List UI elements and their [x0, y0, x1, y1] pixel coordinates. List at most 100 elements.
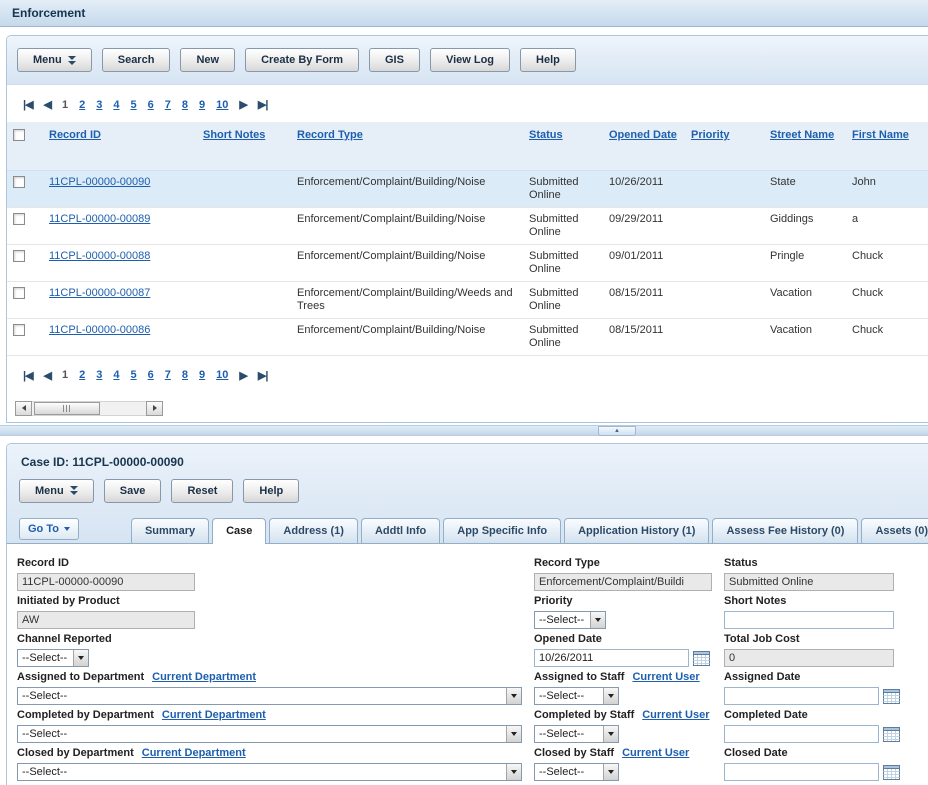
completed-by-staff-select[interactable]: --Select--	[534, 725, 619, 743]
calendar-icon[interactable]	[693, 650, 710, 666]
scroll-right-button[interactable]	[146, 401, 163, 416]
current-user-link[interactable]: Current User	[642, 709, 709, 721]
calendar-icon[interactable]	[883, 764, 900, 780]
col-header-status[interactable]: Status	[529, 129, 563, 141]
page-number-link[interactable]: 8	[182, 369, 188, 381]
col-header-opened-date[interactable]: Opened Date	[609, 129, 677, 141]
row-checkbox[interactable]	[13, 213, 25, 225]
completed-date-input[interactable]	[724, 725, 879, 743]
scroll-thumb[interactable]	[34, 402, 100, 415]
completed-by-department-select[interactable]: --Select--	[17, 725, 522, 743]
help-button[interactable]: Help	[243, 479, 299, 503]
current-department-link[interactable]: Current Department	[152, 671, 256, 683]
tab-assess-fee-history[interactable]: Assess Fee History (0)	[712, 518, 858, 543]
priority-select[interactable]: --Select--	[534, 611, 606, 629]
page-number-link[interactable]: 9	[199, 99, 205, 111]
col-header-first-name[interactable]: First Name	[852, 129, 909, 141]
calendar-icon[interactable]	[883, 688, 900, 704]
current-user-link[interactable]: Current User	[632, 671, 699, 683]
assigned-to-staff-select[interactable]: --Select--	[534, 687, 619, 705]
prev-page-icon[interactable]: ◀	[44, 369, 51, 382]
last-page-icon[interactable]: ▶|	[258, 98, 268, 111]
record-id-link[interactable]: 11CPL-00000-00088	[49, 250, 150, 262]
page-number-link[interactable]: 3	[96, 369, 102, 381]
channel-reported-select[interactable]: --Select--	[17, 649, 89, 667]
page-number-link[interactable]: 5	[131, 99, 137, 111]
tab-addtl-info[interactable]: Addtl Info	[361, 518, 440, 543]
tab-app-specific-info[interactable]: App Specific Info	[443, 518, 561, 543]
next-page-icon[interactable]: ▶	[239, 369, 246, 382]
search-button[interactable]: Search	[102, 48, 171, 72]
gis-button[interactable]: GIS	[369, 48, 420, 72]
menu-button[interactable]: Menu	[17, 48, 92, 72]
table-row[interactable]: 11CPL-00000-00090 Enforcement/Complaint/…	[7, 170, 928, 207]
tab-assets[interactable]: Assets (0)	[861, 518, 928, 543]
row-checkbox[interactable]	[13, 250, 25, 262]
page-number-link[interactable]: 6	[148, 99, 154, 111]
col-header-record-id[interactable]: Record ID	[49, 129, 101, 141]
menu-button[interactable]: Menu	[19, 479, 94, 503]
page-number-link[interactable]: 10	[216, 99, 228, 111]
record-id-link[interactable]: 11CPL-00000-00090	[49, 176, 150, 188]
tab-summary[interactable]: Summary	[131, 518, 209, 543]
scroll-left-button[interactable]	[15, 401, 32, 416]
tab-address[interactable]: Address (1)	[269, 518, 358, 543]
tab-application-history[interactable]: Application History (1)	[564, 518, 709, 543]
record-id-link[interactable]: 11CPL-00000-00089	[49, 213, 150, 225]
closed-by-department-select[interactable]: --Select--	[17, 763, 522, 781]
opened-date-input[interactable]	[534, 649, 689, 667]
closed-date-input[interactable]	[724, 763, 879, 781]
tab-case[interactable]: Case	[212, 518, 266, 544]
row-checkbox[interactable]	[13, 176, 25, 188]
new-button[interactable]: New	[180, 48, 235, 72]
splitter-bar[interactable]: ▲	[0, 425, 928, 436]
go-to-button[interactable]: Go To	[19, 518, 79, 540]
assigned-to-department-select[interactable]: --Select--	[17, 687, 522, 705]
record-id-link[interactable]: 11CPL-00000-00087	[49, 287, 150, 299]
table-row[interactable]: 11CPL-00000-00086 Enforcement/Complaint/…	[7, 318, 928, 355]
short-notes-input[interactable]	[724, 611, 894, 629]
page-number-link[interactable]: 6	[148, 369, 154, 381]
save-button[interactable]: Save	[104, 479, 162, 503]
prev-page-icon[interactable]: ◀	[44, 98, 51, 111]
calendar-icon[interactable]	[883, 726, 900, 742]
row-checkbox[interactable]	[13, 324, 25, 336]
current-department-link[interactable]: Current Department	[142, 747, 246, 759]
page-number-link[interactable]: 3	[96, 99, 102, 111]
col-header-record-type[interactable]: Record Type	[297, 129, 363, 141]
current-user-link[interactable]: Current User	[622, 747, 689, 759]
table-row[interactable]: 11CPL-00000-00088 Enforcement/Complaint/…	[7, 244, 928, 281]
first-page-icon[interactable]: |◀	[23, 98, 33, 111]
assigned-date-input[interactable]	[724, 687, 879, 705]
select-all-checkbox[interactable]	[13, 129, 25, 141]
closed-by-staff-select[interactable]: --Select--	[534, 763, 619, 781]
page-number-link[interactable]: 2	[79, 369, 85, 381]
page-number-link[interactable]: 7	[165, 369, 171, 381]
col-header-short-notes[interactable]: Short Notes	[203, 129, 265, 141]
col-header-priority[interactable]: Priority	[691, 129, 730, 141]
page-number-link[interactable]: 9	[199, 369, 205, 381]
page-number-link[interactable]: 8	[182, 99, 188, 111]
first-page-icon[interactable]: |◀	[23, 369, 33, 382]
next-page-icon[interactable]: ▶	[239, 98, 246, 111]
page-number-link[interactable]: 4	[113, 369, 119, 381]
page-number-link[interactable]: 2	[79, 99, 85, 111]
page-number-link[interactable]: 4	[113, 99, 119, 111]
last-page-icon[interactable]: ▶|	[258, 369, 268, 382]
col-header-street-name[interactable]: Street Name	[770, 129, 834, 141]
page-number-link[interactable]: 7	[165, 99, 171, 111]
scroll-track[interactable]	[32, 401, 146, 416]
help-button[interactable]: Help	[520, 48, 576, 72]
table-row[interactable]: 11CPL-00000-00087 Enforcement/Complaint/…	[7, 281, 928, 318]
view-log-button[interactable]: View Log	[430, 48, 510, 72]
table-row[interactable]: 11CPL-00000-00089 Enforcement/Complaint/…	[7, 207, 928, 244]
horizontal-scrollbar[interactable]	[15, 401, 928, 416]
row-checkbox[interactable]	[13, 287, 25, 299]
page-number-link[interactable]: 5	[131, 369, 137, 381]
current-department-link[interactable]: Current Department	[162, 709, 266, 721]
collapse-button[interactable]: ▲	[598, 426, 636, 436]
create-by-form-button[interactable]: Create By Form	[245, 48, 359, 72]
record-id-link[interactable]: 11CPL-00000-00086	[49, 324, 150, 336]
page-number-link[interactable]: 10	[216, 369, 228, 381]
reset-button[interactable]: Reset	[171, 479, 233, 503]
